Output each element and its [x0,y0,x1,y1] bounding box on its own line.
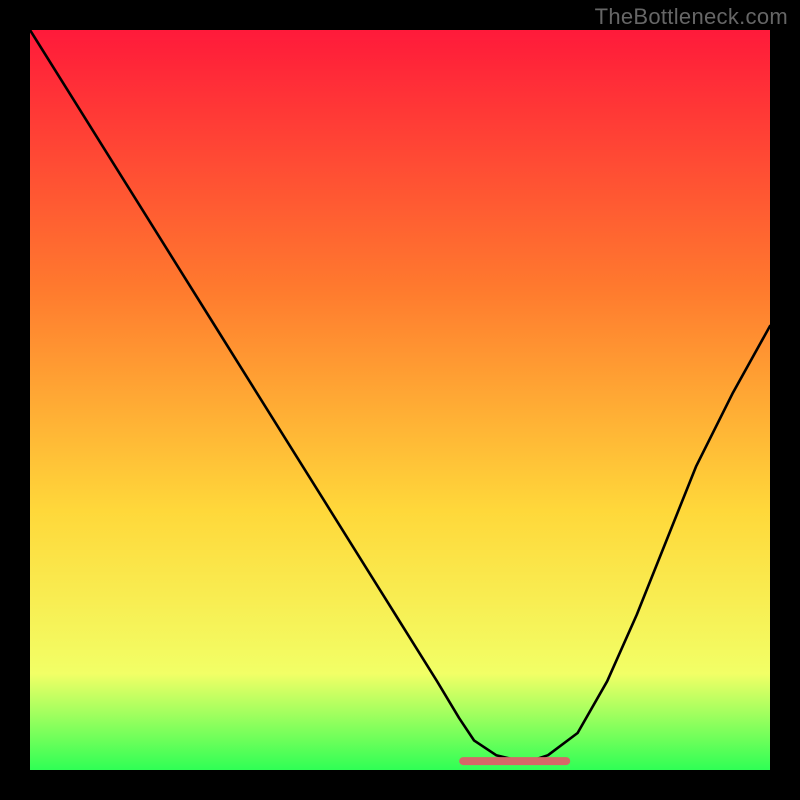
chart-frame: TheBottleneck.com [0,0,800,800]
bottleneck-curve [30,30,770,763]
minimum-band [459,757,570,765]
watermark-text: TheBottleneck.com [595,4,788,30]
chart-overlay [30,30,770,770]
plot-area [30,30,770,770]
